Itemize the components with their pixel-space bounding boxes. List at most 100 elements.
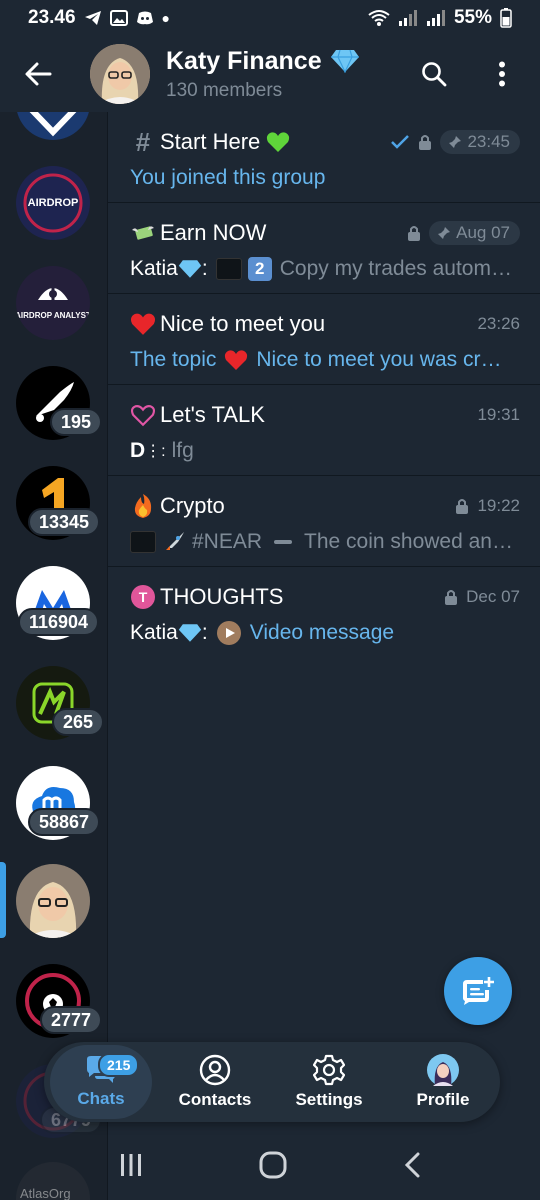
home-button[interactable] (259, 1151, 287, 1184)
red-heart-icon (130, 313, 156, 335)
new-topic-button[interactable] (444, 957, 512, 1025)
hashtag-icon: # (135, 126, 151, 157)
contacts-icon (199, 1054, 231, 1086)
nav-settings[interactable]: Settings (278, 1045, 380, 1119)
pin-icon (449, 136, 462, 148)
lock-icon (456, 499, 469, 514)
nav-profile-label: Profile (416, 1090, 470, 1109)
topic-title: THOUGHTS (160, 584, 284, 609)
more-options-button[interactable] (482, 54, 522, 94)
video-message-thumb-icon (216, 621, 241, 645)
battery-icon (500, 8, 512, 28)
profile-avatar-icon (427, 1054, 459, 1086)
system-navigation-bar (0, 1134, 540, 1200)
topic-time: Dec 07 (466, 587, 520, 606)
rail-chat-airdrop-analyst[interactable]: AIRDROP ANALYST (16, 266, 90, 340)
topic-letter: T (131, 585, 155, 609)
recent-apps-icon (120, 1153, 141, 1176)
wifi-icon (368, 10, 390, 26)
unread-badge: 195 (50, 408, 103, 436)
pin-icon (438, 227, 451, 239)
topic-title: Start Here (160, 129, 261, 154)
bottom-navigation: Chats 215 Contacts Settings Profile (44, 1042, 500, 1122)
home-icon (259, 1151, 287, 1178)
rail-chat-1[interactable] (16, 112, 90, 140)
media-thumbnail (215, 258, 242, 280)
outline-heart-icon (130, 405, 156, 427)
chat-avatar-icon: AIRDROP (16, 166, 90, 240)
topic-preview: You joined this group (130, 166, 326, 189)
person-photo-icon (90, 44, 150, 104)
topic-sender: Katia (130, 257, 178, 280)
group-title-row[interactable]: Katy Finance (166, 47, 360, 76)
sender-colon: : (201, 257, 208, 280)
keycap-two-icon: 2 (247, 257, 272, 281)
topic-preview-rest: Nice to meet you was cr… (256, 348, 502, 371)
signal-2-icon (426, 10, 445, 26)
rail-chat-katy-finance[interactable] (16, 864, 90, 938)
media-thumbnail (130, 531, 156, 553)
topic-title: Let's TALK (160, 402, 265, 427)
selected-indicator (0, 862, 6, 938)
pinned-pill: Aug 07 (429, 221, 520, 245)
gear-icon (313, 1054, 345, 1086)
red-heart-icon (225, 350, 248, 370)
lock-icon (419, 135, 432, 150)
green-heart-icon (267, 132, 290, 152)
status-bar: 23.46 ● 55% (0, 0, 540, 36)
chat-header: Katy Finance 130 members (0, 36, 540, 112)
topic-row[interactable]: Crypto 19:22 #NEAR The coin showed an… (108, 476, 540, 567)
topic-time: 23:26 (477, 314, 520, 333)
rail-chat-airdrop-sat[interactable]: AIRDROP (16, 166, 90, 240)
diamond-icon (178, 260, 202, 278)
system-back-button[interactable] (402, 1152, 422, 1183)
pinned-pill: 23:45 (440, 130, 520, 154)
nav-profile[interactable]: Profile (392, 1045, 494, 1119)
status-time: 23.46 (28, 7, 76, 28)
topic-row[interactable]: Nice to meet you 23:26 The topic Nice to… (108, 294, 540, 385)
topic-preview-rest: The coin showed an… (304, 530, 513, 553)
airdrop-analyst-logo-text: AIRDROP ANALYST (16, 311, 90, 320)
topic-time: 23:45 (467, 132, 510, 151)
topic-time: Aug 07 (456, 223, 510, 242)
unread-badge: 58867 (28, 808, 101, 836)
unread-badge: 2777 (40, 1006, 103, 1034)
diamond-icon (178, 624, 202, 642)
sender-colon: : (201, 621, 208, 644)
topic-row[interactable]: T THOUGHTS Dec 07 Katia : Video message (108, 567, 540, 658)
money-wings-icon (132, 226, 154, 240)
sender-decor: ⋮: (145, 443, 166, 460)
nav-chats-label: Chats (77, 1089, 125, 1108)
topic-title: Nice to meet you (160, 311, 326, 336)
topic-sender: Katia (130, 621, 178, 644)
rocket-icon (166, 532, 184, 550)
group-avatar[interactable] (90, 44, 150, 104)
search-icon (422, 62, 447, 87)
diamond-icon (330, 49, 359, 73)
nav-chats[interactable]: Chats 215 (50, 1045, 152, 1119)
search-button[interactable] (414, 54, 454, 94)
arrow-left-icon (25, 62, 52, 86)
read-check-icon (391, 135, 410, 149)
nav-contacts[interactable]: Contacts (164, 1045, 266, 1119)
topic-row[interactable]: Earn NOW Aug 07 Katia : 2 Copy my trades… (108, 203, 540, 294)
nav-settings-label: Settings (295, 1090, 363, 1109)
unread-badge: 116904 (18, 608, 100, 636)
topic-title: Crypto (160, 493, 225, 518)
chats-unread-badge: 215 (98, 1053, 140, 1077)
chat-avatar-icon (16, 864, 90, 938)
topic-time: 19:31 (477, 405, 520, 424)
back-button[interactable] (0, 36, 76, 112)
unread-badge: 13345 (28, 508, 101, 536)
chat-rail: AIRDROP AIRDROP ANALYST 195 13345 116904… (0, 112, 108, 1200)
topic-row[interactable]: Let's TALK 19:31 D ⋮: lfg (108, 385, 540, 476)
signal-1-icon (398, 10, 417, 26)
recent-apps-button[interactable] (118, 1153, 144, 1182)
more-notifications-dot: ● (161, 10, 171, 26)
topics-list: # Start Here 23:45 You joined this group… (108, 112, 540, 658)
discord-notification-icon (136, 11, 153, 25)
topic-time: 19:22 (477, 496, 520, 515)
topic-preview: The topic (130, 348, 217, 371)
nav-contacts-label: Contacts (178, 1090, 252, 1109)
topic-row[interactable]: # Start Here 23:45 You joined this group (108, 112, 540, 203)
